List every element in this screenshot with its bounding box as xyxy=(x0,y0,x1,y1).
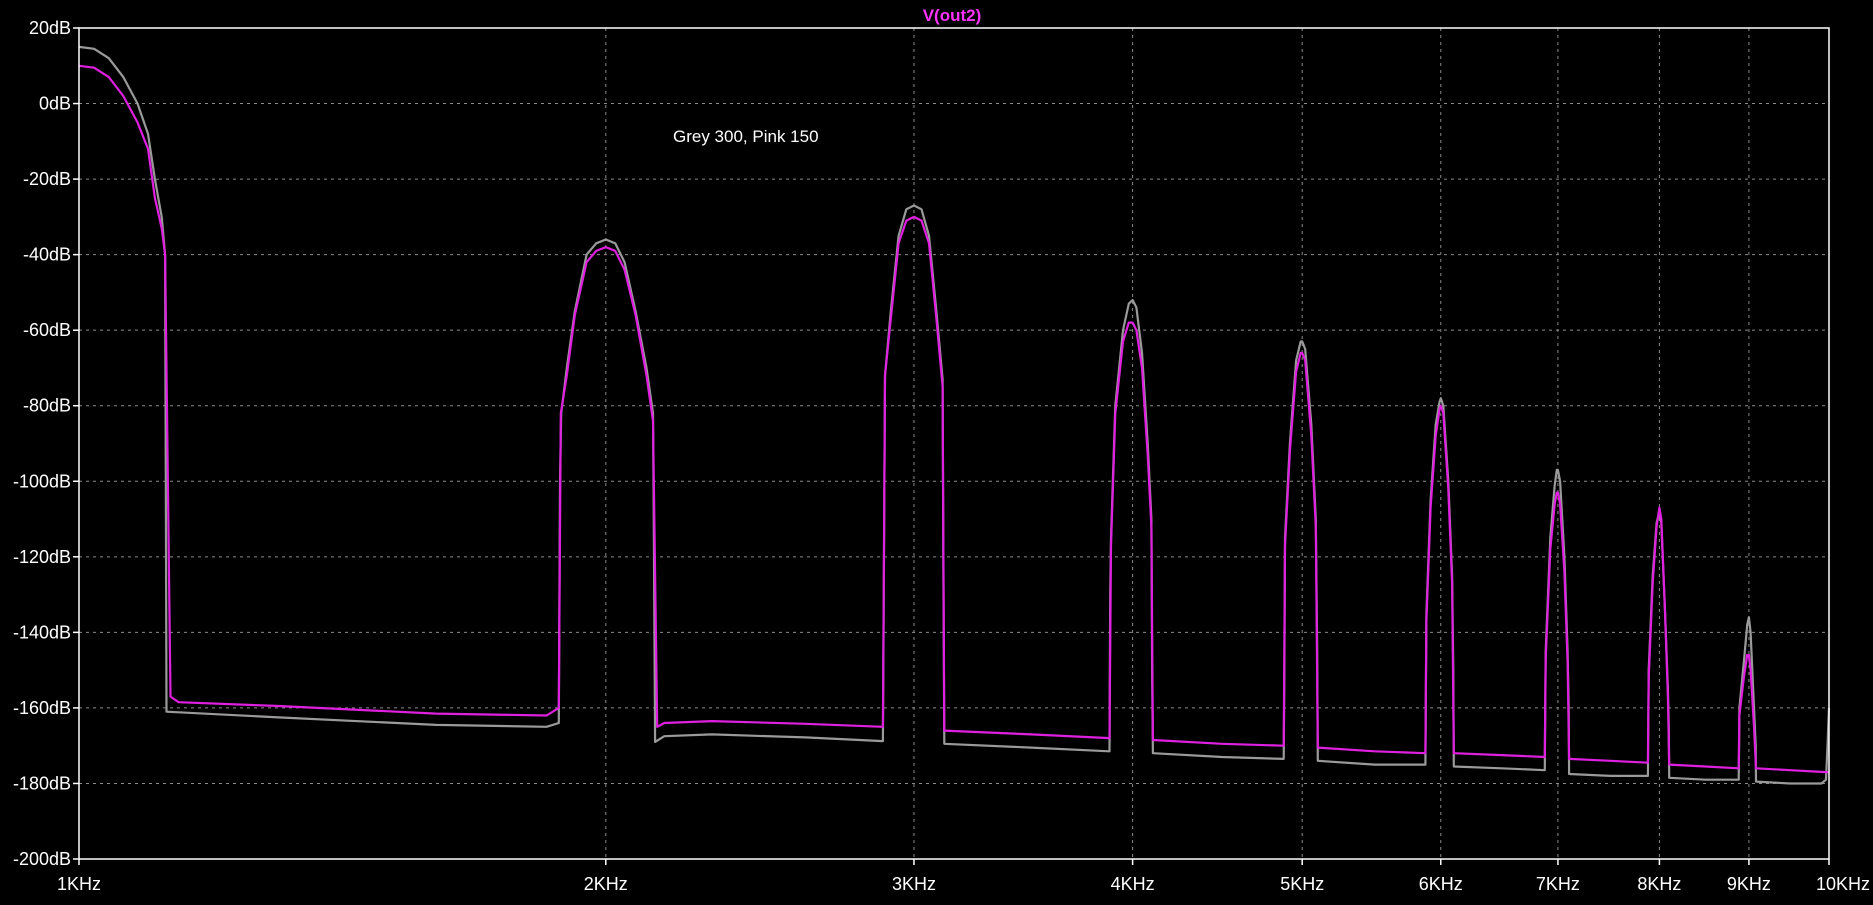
plot-window: 1KHz 2KHz 3KHz 4KHz 5KHz 6KHz 7KHz 8KHz 9KHz 10KH… xyxy=(0,0,1873,900)
y-tick-label: 0dB xyxy=(39,94,71,114)
chart-annotation: Grey 300, Pink 150 xyxy=(673,127,819,146)
y-tick-label: -100dB xyxy=(13,471,71,491)
x-tick-label: 8KHz xyxy=(1637,874,1681,894)
y-tick-label: -80dB xyxy=(23,396,71,416)
x-tick-label: 1KHz xyxy=(57,874,101,894)
y-tick-label: -200dB xyxy=(13,849,71,869)
x-tick-label: 9KHz xyxy=(1727,874,1771,894)
y-tick-label: -40dB xyxy=(23,245,71,265)
y-tick-label: -160dB xyxy=(13,698,71,718)
y-tick-label: -140dB xyxy=(13,622,71,642)
x-tick-label: 4KHz xyxy=(1111,874,1155,894)
y-tick-label: 20dB xyxy=(29,18,71,38)
x-tick-label: 7KHz xyxy=(1536,874,1580,894)
x-tick-label: 10KHz xyxy=(1816,874,1870,894)
y-tick-label: -120dB xyxy=(13,547,71,567)
chart-svg: 1KHz 2KHz 3KHz 4KHz 5KHz 6KHz 7KHz 8KHz 9KHz 10KH… xyxy=(0,0,1873,900)
y-tick-label: -20dB xyxy=(23,169,71,189)
plot-background xyxy=(0,0,1873,900)
chart-title[interactable]: V(out2) xyxy=(923,6,982,25)
y-tick-label: -60dB xyxy=(23,320,71,340)
x-tick-label: 2KHz xyxy=(584,874,628,894)
x-tick-label: 5KHz xyxy=(1280,874,1324,894)
x-tick-label: 3KHz xyxy=(892,874,936,894)
x-tick-label: 6KHz xyxy=(1419,874,1463,894)
y-tick-label: -180dB xyxy=(13,773,71,793)
